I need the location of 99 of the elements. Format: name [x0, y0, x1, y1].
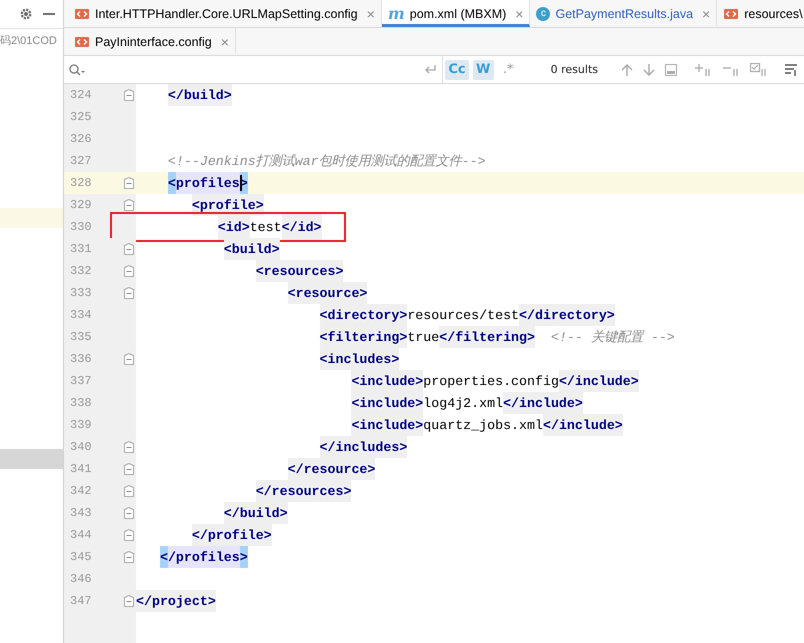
line-number: 334 [70, 308, 93, 322]
line-number: 347 [70, 594, 93, 608]
fold-icon[interactable] [124, 265, 134, 277]
return-icon[interactable] [423, 64, 438, 76]
line-number: 340 [70, 440, 93, 454]
xml-tag: </include> [558, 370, 639, 392]
line-number: 342 [70, 484, 93, 498]
line-number: 328 [70, 176, 93, 190]
editor-tab[interactable]: Inter.HTTPHandler.Core.URLMapSetting.config × [68, 0, 382, 27]
line-number: 346 [70, 572, 93, 586]
xml-tag: <resource> [288, 282, 368, 304]
line-number: 337 [70, 374, 93, 388]
close-icon[interactable]: × [702, 6, 710, 22]
fold-icon[interactable] [124, 551, 134, 563]
editor-tab[interactable]: c GetPaymentResults.java × [530, 0, 718, 27]
settings-icon[interactable] [19, 7, 33, 21]
tab-label: GetPaymentResults.java [555, 6, 694, 20]
fold-icon[interactable] [124, 441, 134, 453]
matched-tag: </profiles> [160, 546, 248, 568]
xml-tag: <directory> [320, 304, 408, 326]
line-number: 343 [70, 506, 93, 520]
line-number: 324 [70, 88, 93, 102]
tab-label: pom.xml (MBXM) [410, 6, 506, 20]
editor-tab[interactable]: resources\ [717, 0, 804, 27]
tag-value: resources/test [407, 306, 520, 324]
xml-tag: </include> [503, 392, 583, 414]
line-number: 339 [70, 418, 93, 432]
fold-icon[interactable] [124, 89, 134, 101]
tag-value: true [407, 328, 440, 346]
tag-value: quartz_jobs.xml [423, 416, 543, 434]
fold-icon[interactable] [124, 595, 134, 607]
xml-tag: </build> [224, 502, 288, 524]
code-comment: <!--Jenkins打测试war包时使用测试的配置文件--> [168, 153, 486, 170]
results-count: 0 results [550, 63, 598, 76]
xml-tag: <include> [351, 414, 424, 436]
close-icon[interactable]: × [515, 6, 524, 22]
xml-tag: </directory> [519, 304, 615, 326]
filter-icon[interactable] [785, 64, 799, 76]
line-number: 326 [70, 132, 93, 146]
line-number: 345 [70, 550, 93, 564]
line-number: 330 [70, 220, 93, 234]
xml-tag: </build> [168, 84, 232, 106]
line-number: 332 [70, 264, 93, 278]
xml-tag: <resources> [256, 260, 344, 282]
add-selection-icon[interactable] [694, 62, 712, 76]
xml-tag: </project> [136, 590, 216, 612]
search-icon[interactable] [68, 62, 86, 76]
editor-tab[interactable]: m pom.xml (MBXM) × [382, 0, 530, 27]
xml-tag: <filtering> [320, 326, 408, 348]
fold-icon[interactable] [124, 287, 134, 299]
regex-toggle[interactable]: .* [498, 60, 519, 80]
tag-value: test [250, 218, 282, 236]
maven-icon: m [388, 4, 405, 23]
fold-icon[interactable] [124, 485, 134, 497]
arrow-up-icon[interactable] [621, 62, 633, 76]
line-number: 344 [70, 528, 93, 542]
line-number: 325 [70, 110, 93, 124]
select-all-icon[interactable] [750, 62, 768, 76]
xml-tag: <include> [351, 392, 424, 414]
xml-tag: <build> [224, 238, 280, 260]
class-icon: c [536, 6, 550, 20]
arrow-down-icon[interactable] [643, 62, 655, 76]
close-icon[interactable]: × [366, 6, 375, 22]
fold-icon[interactable] [124, 529, 134, 541]
xml-tag: <include> [351, 370, 424, 392]
match-case-toggle[interactable]: Cc [445, 60, 469, 80]
tab-label: Inter.HTTPHandler.Core.URLMapSetting.config [95, 6, 358, 20]
xml-tag: <id> [218, 214, 250, 240]
xml-tag: </profile> [192, 524, 272, 546]
xml-tag: </resource> [288, 458, 376, 480]
line-number: 333 [70, 286, 93, 300]
line-number: 329 [70, 198, 93, 212]
fold-icon[interactable] [124, 353, 134, 365]
project-path: 码2\01COD [0, 34, 57, 48]
line-number: 327 [70, 154, 93, 168]
tab-label: PayIninterface.config [95, 34, 212, 48]
code-comment: <!-- 关键配置 --> [550, 329, 675, 346]
xml-tag: </includes> [320, 436, 408, 458]
tag-value: properties.config [423, 372, 559, 390]
fold-icon[interactable] [124, 243, 134, 255]
xml-tag: </include> [542, 414, 623, 436]
square-icon[interactable] [665, 64, 677, 76]
xml-tag: <includes> [320, 348, 400, 370]
xml-tag: </id> [282, 214, 322, 240]
xml-tag: </resources> [256, 480, 352, 502]
close-icon[interactable]: × [220, 34, 229, 50]
line-number: 338 [70, 396, 93, 410]
fold-icon[interactable] [124, 463, 134, 475]
tab-label: resources\ [744, 6, 803, 20]
xml-tag: </filtering> [439, 326, 535, 348]
fold-icon[interactable] [124, 199, 134, 211]
line-number: 335 [70, 330, 93, 344]
whole-words-toggle[interactable]: W [472, 60, 494, 80]
fold-icon[interactable] [124, 177, 134, 189]
line-number: 331 [70, 242, 93, 256]
line-number: 341 [70, 462, 93, 476]
tag-value: log4j2.xml [423, 394, 504, 412]
fold-icon[interactable] [124, 507, 134, 519]
line-number: 336 [70, 352, 93, 366]
